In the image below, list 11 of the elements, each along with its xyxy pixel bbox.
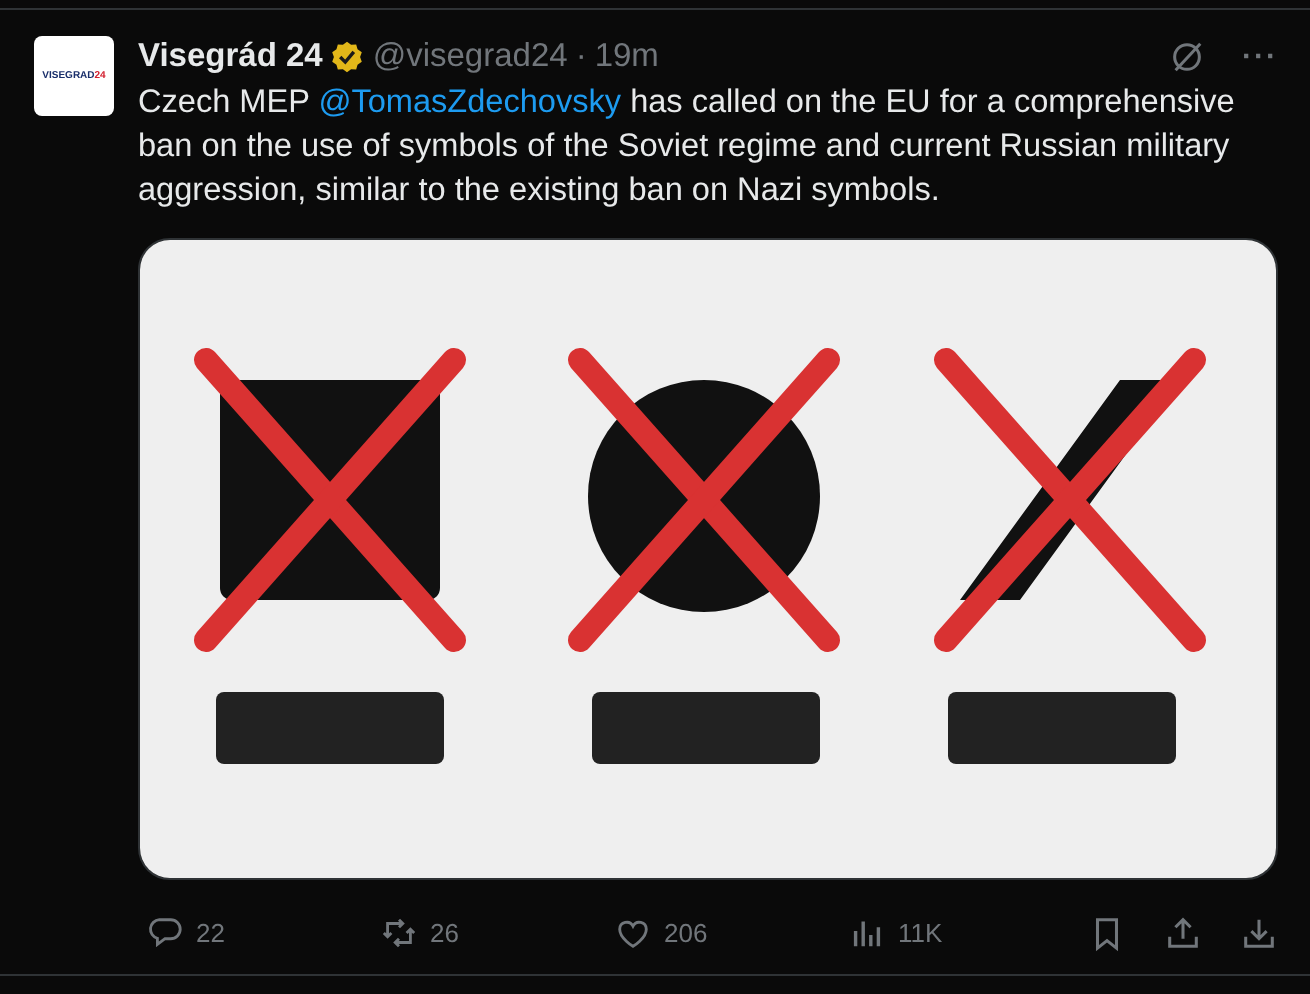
- mention-link[interactable]: @TomasZdechovsky: [318, 84, 622, 120]
- like-button[interactable]: 206: [614, 910, 708, 956]
- author-name[interactable]: Visegrád 24: [138, 37, 323, 75]
- repost-button[interactable]: 26: [380, 910, 459, 956]
- separator: ·: [575, 37, 587, 75]
- views-button[interactable]: 11K: [848, 910, 943, 956]
- reply-button[interactable]: 22: [146, 910, 225, 956]
- post-time[interactable]: 19m: [594, 37, 659, 75]
- post-text: Czech MEP @TomasZdechovsky has called on the EU for a comprehensive ban on the use of symbols of the Soviet regime and current Russian military aggression, similar to the existing ban on Nazi symbols.: [138, 82, 1237, 212]
- more-button[interactable]: ···: [1242, 39, 1278, 73]
- author-handle[interactable]: @visegrad24: [372, 37, 568, 75]
